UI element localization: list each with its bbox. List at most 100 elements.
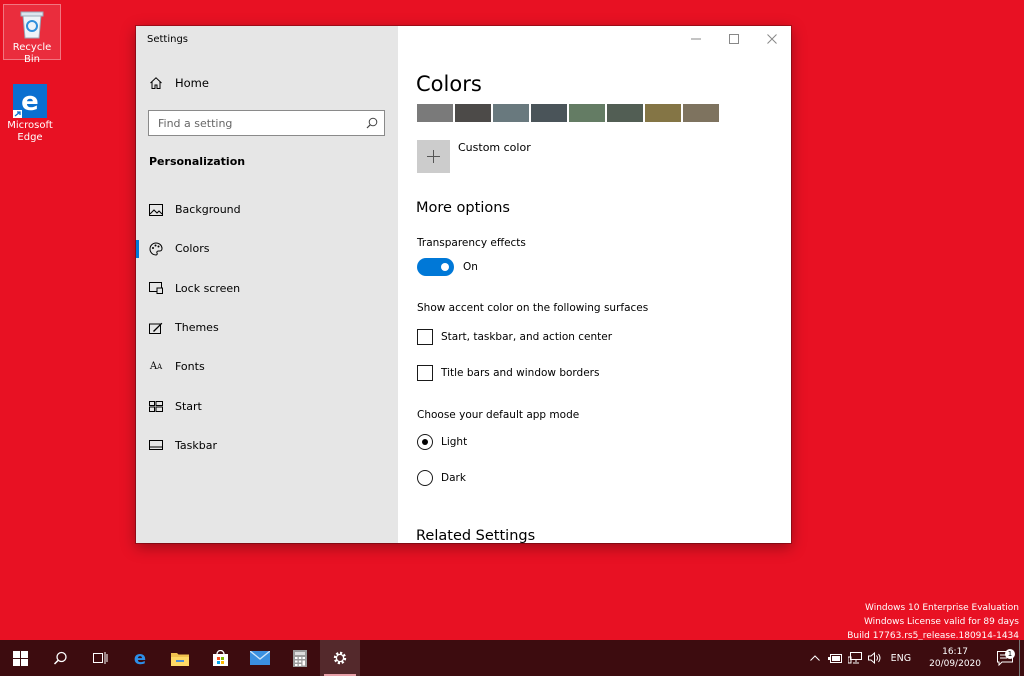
recycle-bin-label: Recycle Bin bbox=[12, 42, 52, 65]
settings-window: Settings Home Personalization Background bbox=[136, 26, 791, 543]
dark-mode-radio-row[interactable]: Dark bbox=[417, 470, 466, 486]
mail-button[interactable] bbox=[240, 640, 280, 676]
edge-taskbar-button[interactable]: e bbox=[120, 640, 160, 676]
home-label: Home bbox=[175, 76, 209, 90]
color-swatch[interactable] bbox=[493, 104, 529, 122]
checkbox-label: Start, taskbar, and action center bbox=[441, 331, 613, 343]
system-tray: ENG 16:17 20/09/2020 1 bbox=[805, 640, 1024, 676]
sidebar-home[interactable]: Home bbox=[149, 76, 209, 90]
folder-icon bbox=[171, 652, 189, 666]
watermark-line: Windows 10 Enterprise Evaluation bbox=[865, 603, 1019, 613]
search-icon bbox=[366, 117, 378, 129]
sidebar-item-start[interactable]: Start bbox=[136, 386, 398, 425]
radio-label: Dark bbox=[441, 472, 466, 484]
watermark-line: Windows License valid for 89 days bbox=[863, 617, 1019, 627]
start-grid-icon bbox=[149, 399, 163, 413]
maximize-button[interactable] bbox=[715, 26, 753, 52]
power-tray-button[interactable] bbox=[825, 640, 845, 676]
color-swatch[interactable] bbox=[569, 104, 605, 122]
search-icon bbox=[53, 651, 67, 665]
close-button[interactable] bbox=[753, 26, 791, 52]
minimize-button[interactable] bbox=[677, 26, 715, 52]
more-options-title: More options bbox=[416, 200, 510, 216]
activation-watermark: Windows 10 Enterprise Evaluation Windows… bbox=[847, 601, 1019, 643]
section-title-personalization: Personalization bbox=[149, 155, 246, 168]
store-button[interactable] bbox=[200, 640, 240, 676]
edge-icon: e bbox=[134, 649, 146, 667]
accent-color-swatches bbox=[417, 104, 719, 122]
search-taskbar-button[interactable] bbox=[40, 640, 80, 676]
network-icon bbox=[847, 652, 862, 664]
sidebar-item-fonts[interactable]: AA Fonts bbox=[136, 347, 398, 386]
checkbox-label: Title bars and window borders bbox=[441, 367, 600, 379]
transparency-toggle-row: On bbox=[417, 258, 478, 276]
edge-label: Microsoft Edge bbox=[7, 120, 53, 143]
palette-icon bbox=[149, 242, 163, 256]
show-desktop-button[interactable] bbox=[1019, 640, 1024, 676]
search-box[interactable] bbox=[148, 110, 385, 136]
color-swatch[interactable] bbox=[683, 104, 719, 122]
radio-label: Light bbox=[441, 436, 468, 448]
window-caption-buttons bbox=[677, 26, 791, 52]
clock-time: 16:17 bbox=[942, 647, 969, 657]
sidebar-item-label: Colors bbox=[175, 242, 210, 256]
lock-screen-icon bbox=[149, 281, 163, 295]
color-swatch[interactable] bbox=[455, 104, 491, 122]
plus-icon bbox=[417, 140, 450, 173]
clock[interactable]: 16:17 20/09/2020 bbox=[919, 646, 991, 670]
sidebar-item-themes[interactable]: Themes bbox=[136, 308, 398, 347]
mail-icon bbox=[250, 651, 270, 665]
settings-taskbar-button[interactable] bbox=[320, 640, 360, 676]
color-swatch[interactable] bbox=[607, 104, 643, 122]
calculator-button[interactable] bbox=[280, 640, 320, 676]
volume-tray-button[interactable] bbox=[865, 640, 885, 676]
clock-date: 20/09/2020 bbox=[929, 659, 981, 669]
edge-icon: e bbox=[13, 84, 47, 118]
title-bars-checkbox-row[interactable]: Title bars and window borders bbox=[417, 365, 599, 381]
recycle-bin-icon bbox=[20, 11, 44, 39]
light-mode-radio[interactable] bbox=[417, 434, 433, 450]
language-indicator[interactable]: ENG bbox=[885, 653, 919, 664]
custom-color-label: Custom color bbox=[458, 141, 531, 154]
transparency-toggle[interactable] bbox=[417, 258, 454, 276]
color-swatch[interactable] bbox=[417, 104, 453, 122]
sidebar-item-label: Start bbox=[175, 399, 202, 413]
light-mode-radio-row[interactable]: Light bbox=[417, 434, 467, 450]
color-swatch[interactable] bbox=[645, 104, 681, 122]
color-swatch[interactable] bbox=[531, 104, 567, 122]
windows-logo-icon bbox=[12, 650, 28, 666]
taskbar-icon bbox=[149, 438, 163, 452]
title-bars-checkbox[interactable] bbox=[417, 365, 433, 381]
close-icon bbox=[767, 34, 777, 44]
gear-icon bbox=[333, 651, 347, 665]
sidebar-item-label: Lock screen bbox=[175, 281, 241, 295]
chevron-up-icon bbox=[809, 655, 820, 661]
start-taskbar-checkbox[interactable] bbox=[417, 329, 433, 345]
sidebar-item-background[interactable]: Background bbox=[136, 190, 398, 229]
network-tray-button[interactable] bbox=[845, 640, 865, 676]
speaker-icon bbox=[867, 652, 881, 664]
sidebar-item-label: Taskbar bbox=[175, 438, 217, 452]
page-title: Colors bbox=[416, 72, 482, 96]
start-button[interactable] bbox=[0, 640, 40, 676]
maximize-icon bbox=[729, 34, 739, 44]
edge-desktop-icon[interactable]: e Microsoft Edge bbox=[1, 84, 59, 144]
action-center-button[interactable]: 1 bbox=[991, 648, 1019, 666]
window-title: Settings bbox=[147, 34, 189, 45]
transparency-label: Transparency effects bbox=[417, 237, 526, 249]
app-mode-label: Choose your default app mode bbox=[417, 409, 580, 421]
task-view-icon bbox=[92, 652, 107, 664]
dark-mode-radio[interactable] bbox=[417, 470, 433, 486]
sidebar-item-label: Themes bbox=[175, 321, 219, 335]
start-taskbar-checkbox-row[interactable]: Start, taskbar, and action center bbox=[417, 329, 612, 345]
sidebar-item-colors[interactable]: Colors bbox=[136, 229, 398, 268]
sidebar-item-lock-screen[interactable]: Lock screen bbox=[136, 269, 398, 308]
home-icon bbox=[150, 77, 162, 89]
custom-color-button[interactable]: Custom color bbox=[417, 140, 531, 173]
task-view-button[interactable] bbox=[80, 640, 120, 676]
show-hidden-icons-button[interactable] bbox=[805, 640, 825, 676]
sidebar-item-taskbar[interactable]: Taskbar bbox=[136, 426, 398, 465]
recycle-bin-desktop-icon[interactable]: Recycle Bin bbox=[3, 4, 61, 65]
file-explorer-button[interactable] bbox=[160, 640, 200, 676]
search-input[interactable] bbox=[158, 116, 366, 130]
